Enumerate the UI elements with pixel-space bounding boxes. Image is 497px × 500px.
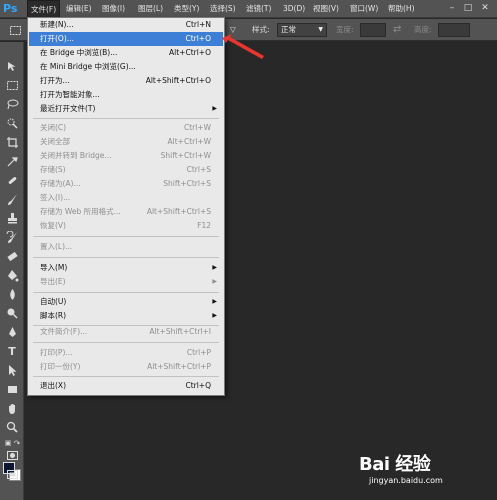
menu-separator (33, 342, 219, 343)
dodge-icon[interactable] (3, 305, 21, 321)
menu-item-automate[interactable]: 自动(U) ▶ (29, 295, 223, 309)
style-select[interactable]: 正常 ▼ (277, 23, 327, 37)
menu-item-close[interactable]: 关闭(C) Ctrl+W (29, 121, 223, 135)
screen-mode-icon[interactable] (3, 466, 21, 482)
style-select-value: 正常 (281, 25, 296, 34)
menu-separator (33, 257, 219, 258)
eraser-icon[interactable] (3, 248, 21, 264)
quick-select-icon[interactable] (3, 115, 21, 131)
stamp-icon[interactable] (3, 210, 21, 226)
menu-item-import[interactable]: 导入(M) ▶ (29, 261, 223, 275)
watermark-url: jingyan.baidu.com (369, 476, 443, 485)
submenu-arrow-icon: ▶ (212, 298, 217, 305)
menu-item-exit[interactable]: 退出(X) Ctrl+Q (29, 379, 223, 393)
file-menu-dropdown: 新建(N)... Ctrl+N 打开(O)... Ctrl+O 在 Bridge 中… (27, 17, 225, 396)
menu-item-save-as[interactable]: 存储为(A)... Shift+Ctrl+S (29, 177, 223, 191)
menu-item-check-in[interactable]: 签入(I)... (29, 191, 223, 205)
healing-icon[interactable] (3, 172, 21, 188)
menu-item-scripts[interactable]: 脚本(R) ▶ (29, 309, 223, 323)
height-label: 高度: (414, 25, 432, 34)
menu-item-print-one[interactable]: 打印一份(Y) Alt+Shift+Ctrl+P (29, 360, 223, 374)
crop-icon[interactable] (3, 134, 21, 150)
menu-separator (33, 118, 219, 119)
gradient-icon[interactable] (3, 267, 21, 283)
callout-arrow (222, 34, 264, 59)
minimize-icon[interactable]: – (446, 3, 458, 14)
menu-item-save[interactable]: 存储(S) Ctrl+S (29, 163, 223, 177)
hand-icon[interactable] (3, 400, 21, 416)
submenu-arrow-icon: ▶ (212, 278, 217, 285)
menu-item-save-for-web[interactable]: 存储为 Web 所用格式... Alt+Shift+Ctrl+S (29, 205, 223, 219)
menu-type[interactable]: 类型(Y) (174, 0, 199, 18)
marquee-icon[interactable] (3, 77, 21, 93)
menu-item-open-as[interactable]: 打开为... Alt+Shift+Ctrl+O (29, 74, 223, 88)
menu-item-browse-bridge[interactable]: 在 Bridge 中浏览(B)... Alt+Ctrl+O (29, 46, 223, 60)
history-brush-icon[interactable] (3, 229, 21, 245)
menu-file[interactable]: 文件(F) (27, 0, 61, 18)
path-select-icon[interactable] (3, 362, 21, 378)
menu-item-print[interactable]: 打印(P)... Ctrl+P (29, 346, 223, 360)
menu-separator (33, 292, 219, 293)
watermark-logo: Bai 经验 (359, 454, 431, 475)
menu-3d[interactable]: 3D(D) (283, 0, 305, 18)
menu-item-open[interactable]: 打开(O)... Ctrl+O (29, 32, 223, 46)
menu-select[interactable]: 选择(S) (210, 0, 236, 18)
eyedropper-icon[interactable] (3, 153, 21, 169)
height-field[interactable] (438, 23, 470, 37)
quick-mask-icon[interactable] (3, 447, 21, 463)
menu-window[interactable]: 窗口(W) (350, 0, 378, 18)
photoshop-logo: Ps (3, 2, 18, 15)
tools-panel: T ▣ ↷ (0, 42, 24, 500)
width-label: 宽度: (336, 25, 354, 34)
lasso-icon[interactable] (3, 96, 21, 112)
brush-icon[interactable] (3, 191, 21, 207)
menu-help[interactable]: 帮助(H) (388, 0, 415, 18)
menu-item-export[interactable]: 导出(E) ▶ (29, 275, 223, 289)
menu-image[interactable]: 图像(I) (102, 0, 125, 18)
menu-item-open-recent[interactable]: 最近打开文件(T) ▶ (29, 102, 223, 116)
marquee-preset-icon[interactable] (6, 22, 24, 38)
close-icon[interactable]: ✕ (479, 3, 491, 14)
menu-item-open-smart-object[interactable]: 打开为智能对象... (29, 88, 223, 102)
blur-icon[interactable] (3, 286, 21, 302)
menu-item-new[interactable]: 新建(N)... Ctrl+N (29, 18, 223, 32)
menu-item-file-info[interactable]: 文件简介(F)... Alt+Shift+Ctrl+I (29, 325, 223, 339)
submenu-arrow-icon: ▶ (212, 312, 217, 319)
menu-separator (33, 376, 219, 377)
zoom-icon[interactable] (3, 419, 21, 435)
move-icon[interactable] (3, 58, 21, 74)
menu-item-browse-mini-bridge[interactable]: 在 Mini Bridge 中浏览(G)... (29, 60, 223, 74)
menu-separator (33, 236, 219, 237)
menu-layer[interactable]: 图层(L) (138, 0, 163, 18)
menu-bar: Ps 文件(F) 编辑(E) 图像(I) 图层(L) 类型(Y) 选择(S) 滤… (0, 0, 497, 18)
submenu-arrow-icon: ▶ (212, 264, 217, 271)
maximize-icon[interactable]: □ (462, 3, 474, 14)
rectangle-icon[interactable] (3, 381, 21, 397)
menu-filter[interactable]: 滤镜(T) (246, 0, 271, 18)
menu-item-revert[interactable]: 恢复(V) F12 (29, 219, 223, 233)
menu-item-close-go-bridge[interactable]: 关闭并转到 Bridge... Shift+Ctrl+W (29, 149, 223, 163)
menu-edit[interactable]: 编辑(E) (66, 0, 92, 18)
menu-item-place[interactable]: 置入(L)... (29, 240, 223, 254)
menu-view[interactable]: 视图(V) (313, 0, 339, 18)
chevron-down-icon: ▼ (318, 26, 323, 33)
menu-item-close-all[interactable]: 关闭全部 Alt+Ctrl+W (29, 135, 223, 149)
width-field[interactable] (360, 23, 386, 37)
submenu-arrow-icon: ▶ (212, 105, 217, 112)
baidu-jingyan-watermark: Bai 经验 jingyan.baidu.com (351, 446, 497, 500)
type-icon[interactable]: T (3, 343, 21, 359)
swap-icon[interactable]: ⇄ (393, 19, 401, 41)
pen-icon[interactable] (3, 324, 21, 340)
